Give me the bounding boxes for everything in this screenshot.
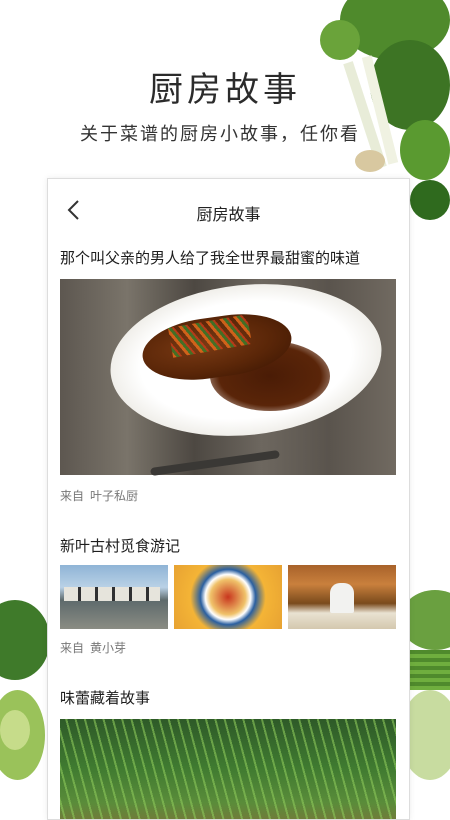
thumbnail-dish[interactable] bbox=[174, 565, 282, 629]
story-title[interactable]: 新叶古村觅食游记 bbox=[48, 535, 180, 556]
page-title: 厨房故事 bbox=[149, 70, 301, 110]
story-thumbnails bbox=[60, 565, 396, 629]
story-card: 厨房故事 那个叫父亲的男人给了我全世界最甜蜜的味道 来自 叶子私厨 新叶古村觅食游… bbox=[47, 178, 410, 820]
story-title[interactable]: 味蕾藏着故事 bbox=[48, 687, 150, 708]
thumbnail-chef[interactable] bbox=[288, 565, 396, 629]
thumbnail-village[interactable] bbox=[60, 565, 168, 629]
card-header: 厨房故事 bbox=[48, 179, 409, 243]
page-subtitle: 关于菜谱的厨房小故事，任你看 bbox=[80, 124, 360, 145]
story-image-fish-dish[interactable] bbox=[60, 271, 396, 477]
source-author[interactable]: 黄小芽 bbox=[90, 641, 126, 655]
source-prefix: 来自 bbox=[60, 641, 85, 655]
source-prefix: 来自 bbox=[60, 489, 85, 503]
source-author[interactable]: 叶子私厨 bbox=[90, 489, 138, 503]
story-source: 来自 叶子私厨 bbox=[48, 487, 144, 504]
story-source: 来自 黄小芽 bbox=[48, 639, 132, 656]
story-image-vegetables[interactable] bbox=[60, 719, 396, 819]
card-title: 厨房故事 bbox=[196, 205, 261, 224]
story-title[interactable]: 那个叫父亲的男人给了我全世界最甜蜜的味道 bbox=[48, 247, 360, 268]
